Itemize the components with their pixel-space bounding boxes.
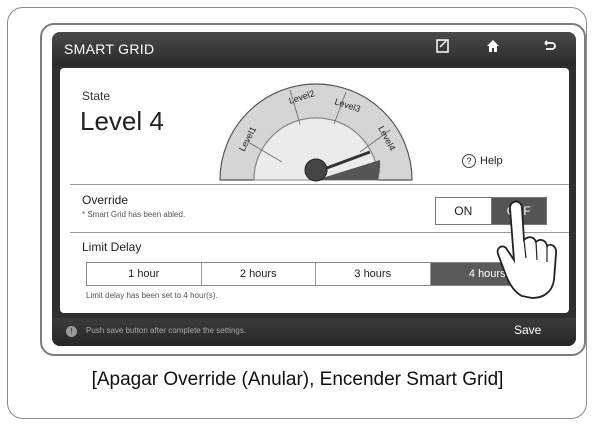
override-note: * Smart Grid has been abled. — [82, 210, 186, 219]
divider — [70, 184, 569, 185]
gauge-hub — [304, 158, 328, 182]
help-button[interactable]: ? Help — [462, 154, 503, 168]
limit-delay-note: Limit delay has been set to 4 hour(s). — [86, 291, 218, 300]
level-gauge: Level1 Level2 Level3 Level4 — [219, 83, 413, 182]
back-icon[interactable] — [538, 38, 560, 60]
memo-icon[interactable] — [432, 38, 454, 60]
bottom-message: Push save button after complete the sett… — [86, 326, 247, 335]
save-button[interactable]: Save — [514, 323, 541, 337]
limit-delay-selector: 1 hour 2 hours 3 hours 4 hours — [86, 262, 545, 286]
override-on-button[interactable]: ON — [436, 198, 492, 224]
state-label: State — [82, 89, 111, 103]
limit-option-2-hours[interactable]: 2 hours — [202, 263, 316, 285]
help-label: Help — [480, 155, 503, 167]
question-icon: ? — [462, 154, 476, 168]
pointing-hand-icon — [496, 200, 557, 299]
state-value: Level 4 — [80, 106, 164, 136]
limit-option-1-hour[interactable]: 1 hour — [87, 263, 202, 285]
limit-delay-label: Limit Delay — [82, 240, 142, 254]
info-icon: ! — [66, 326, 77, 337]
app-title: SMART GRID — [64, 41, 155, 57]
limit-option-3-hours[interactable]: 3 hours — [316, 263, 431, 285]
home-icon[interactable] — [482, 38, 504, 60]
figure-caption: [Apagar Override (Anular), Encender Smar… — [91, 369, 504, 390]
override-label: Override — [82, 193, 129, 207]
